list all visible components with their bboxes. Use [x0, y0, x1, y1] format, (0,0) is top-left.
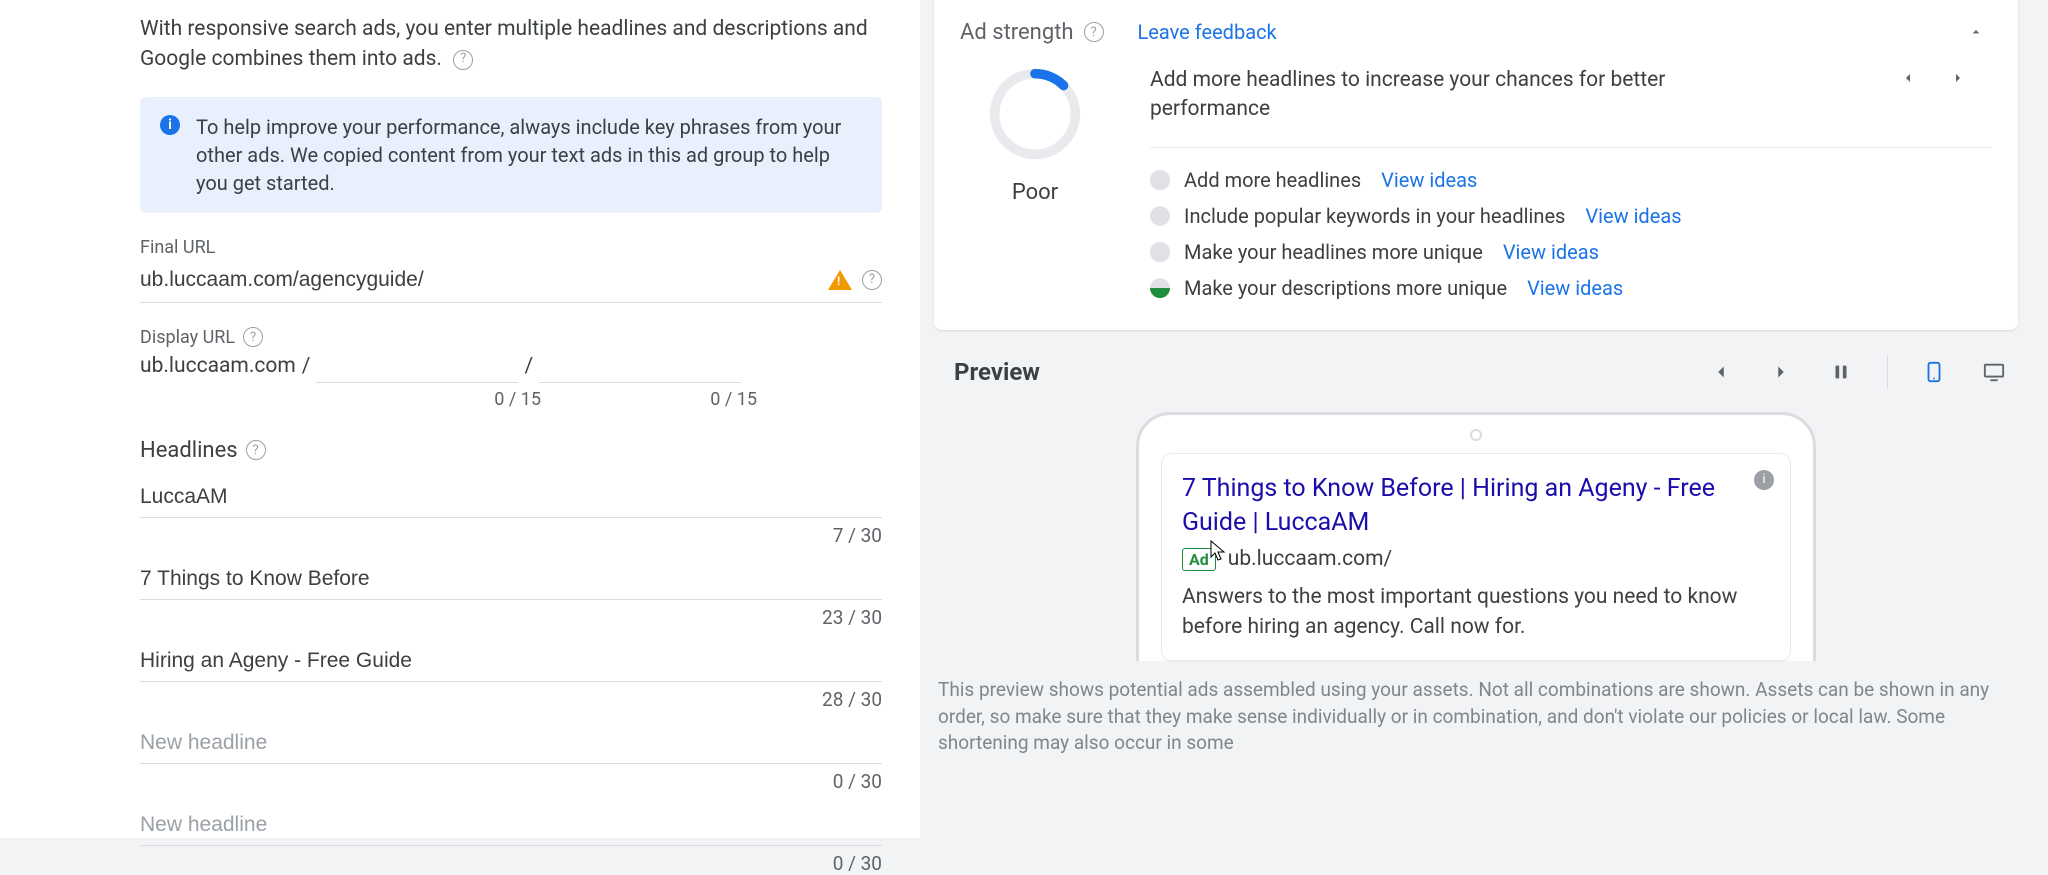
- next-tip-button[interactable]: [1942, 62, 1974, 94]
- warning-icon[interactable]: [828, 270, 852, 290]
- headline-counter: 23 / 30: [140, 606, 882, 629]
- desktop-icon: [1983, 361, 2005, 383]
- headline-row: 7 / 30: [140, 473, 882, 547]
- display-url-domain: ub.luccaam.com: [140, 354, 296, 378]
- phone-frame: i 7 Things to Know Before | Hiring an Ag…: [1136, 412, 1816, 661]
- headline-row: 0 / 30: [140, 719, 882, 793]
- chevron-left-icon: [1710, 361, 1732, 383]
- collapse-panel-button[interactable]: [1960, 16, 1992, 48]
- display-url-label: Display URL ?: [140, 327, 882, 348]
- chevron-right-icon: [1770, 361, 1792, 383]
- headline-row: 23 / 30: [140, 555, 882, 629]
- info-icon: i: [160, 115, 180, 135]
- preview-pause-button[interactable]: [1823, 354, 1859, 390]
- pause-icon: [1830, 361, 1852, 383]
- preview-prev-button[interactable]: [1703, 354, 1739, 390]
- headline-counter: 0 / 30: [140, 852, 882, 875]
- headlines-label: Headlines ?: [140, 438, 882, 463]
- ad-preview-title: 7 Things to Know Before | Hiring an Agen…: [1182, 472, 1722, 540]
- intro-text: With responsive search ads, you enter mu…: [140, 14, 882, 75]
- strength-tip: Make your headlines more unique View idea…: [1150, 234, 1992, 270]
- strength-grade: Poor: [960, 180, 1110, 205]
- ad-strength-panel: Ad strength ? Leave feedback Poor: [934, 0, 2018, 330]
- tip-status-dot: [1150, 278, 1170, 298]
- info-banner: i To help improve your performance, alwa…: [140, 97, 882, 213]
- leave-feedback-link[interactable]: Leave feedback: [1138, 20, 1277, 44]
- path2-counter: 0 / 15: [547, 389, 757, 410]
- strength-gauge: [987, 66, 1083, 162]
- info-icon[interactable]: i: [1754, 470, 1774, 490]
- headline-counter: 7 / 30: [140, 524, 882, 547]
- headline-input[interactable]: [140, 473, 882, 518]
- tip-status-dot: [1150, 206, 1170, 226]
- view-ideas-link[interactable]: View ideas: [1503, 240, 1599, 264]
- chevron-right-icon: [1950, 70, 1966, 86]
- editor-panel: With responsive search ads, you enter mu…: [0, 0, 920, 838]
- ad-preview-description: Answers to the most important questions …: [1182, 583, 1770, 642]
- preview-section: Preview: [934, 350, 2018, 757]
- display-path1-input[interactable]: [316, 352, 518, 383]
- preview-title: Preview: [954, 358, 1040, 386]
- tip-text: Include popular keywords in your headlin…: [1184, 204, 1565, 228]
- headline-input[interactable]: [140, 637, 882, 682]
- info-banner-text: To help improve your performance, always…: [196, 113, 862, 197]
- view-ideas-link[interactable]: View ideas: [1527, 276, 1623, 300]
- strength-headline: Add more headlines to increase your chan…: [1150, 66, 1670, 125]
- view-ideas-link[interactable]: View ideas: [1585, 204, 1681, 228]
- final-url-input[interactable]: [140, 264, 818, 296]
- headline-row: 28 / 30: [140, 637, 882, 711]
- headline-input[interactable]: [140, 801, 882, 846]
- headline-input[interactable]: [140, 719, 882, 764]
- tip-text: Add more headlines: [1184, 168, 1361, 192]
- phone-speaker-icon: [1470, 429, 1482, 441]
- help-icon[interactable]: ?: [243, 327, 263, 347]
- help-icon[interactable]: ?: [246, 440, 266, 460]
- preview-disclaimer: This preview shows potential ads assembl…: [938, 677, 2014, 757]
- cursor-icon: [1210, 540, 1226, 562]
- strength-tip: Include popular keywords in your headlin…: [1150, 198, 1992, 234]
- help-icon[interactable]: ?: [862, 270, 882, 290]
- strength-tip: Make your descriptions more unique View i…: [1150, 270, 1992, 306]
- tip-text: Make your headlines more unique: [1184, 240, 1483, 264]
- tip-status-dot: [1150, 242, 1170, 262]
- help-icon[interactable]: ?: [1084, 22, 1104, 42]
- tip-text: Make your descriptions more unique: [1184, 276, 1507, 300]
- smartphone-icon: [1923, 361, 1945, 383]
- strength-tip: Add more headlines View ideas: [1150, 162, 1992, 198]
- view-ideas-link[interactable]: View ideas: [1381, 168, 1477, 192]
- preview-desktop-button[interactable]: [1976, 354, 2012, 390]
- headline-counter: 0 / 30: [140, 770, 882, 793]
- display-path2-input[interactable]: [539, 352, 741, 383]
- prev-tip-button[interactable]: [1892, 62, 1924, 94]
- final-url-label: Final URL: [140, 237, 882, 258]
- preview-mobile-button[interactable]: [1916, 354, 1952, 390]
- headline-counter: 28 / 30: [140, 688, 882, 711]
- ad-preview-card: i 7 Things to Know Before | Hiring an Ag…: [1161, 453, 1791, 661]
- ad-strength-title: Ad strength: [960, 20, 1074, 45]
- chevron-up-icon: [1968, 24, 1984, 40]
- path1-counter: 0 / 15: [331, 389, 541, 410]
- display-url-field: Display URL ? ub.luccaam.com / / 0 / 15 …: [140, 327, 882, 410]
- tip-status-dot: [1150, 170, 1170, 190]
- ad-preview-url: ub.luccaam.com/: [1228, 547, 1392, 571]
- help-icon[interactable]: ?: [453, 50, 473, 70]
- preview-next-button[interactable]: [1763, 354, 1799, 390]
- headline-input[interactable]: [140, 555, 882, 600]
- final-url-field: Final URL ?: [140, 237, 882, 303]
- chevron-left-icon: [1900, 70, 1916, 86]
